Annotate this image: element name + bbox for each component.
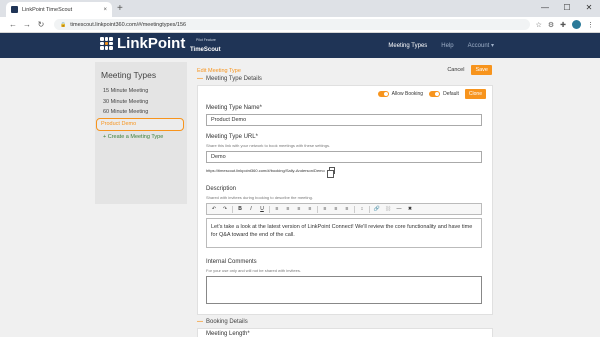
details-panel: Allow Booking Default Clone Meeting Type… xyxy=(197,85,493,315)
sidebar: Meeting Types 15 Minute Meeting 30 Minut… xyxy=(95,62,187,204)
tab-title: LinkPoint TimeScout xyxy=(22,6,73,13)
full-url-text: https://timescout.linkpoint360.com/#/boo… xyxy=(206,168,325,173)
description-label: Description xyxy=(206,186,237,192)
sidebar-item-15-min[interactable]: 15 Minute Meeting xyxy=(95,86,187,97)
details-section-title[interactable]: — Meeting Type Details xyxy=(197,76,262,82)
description-editor[interactable]: Let's take a look at the latest version … xyxy=(206,218,482,248)
lock-icon: 🔒 xyxy=(60,21,67,28)
copy-icon[interactable] xyxy=(326,167,335,178)
name-label: Meeting Type Name* xyxy=(206,105,262,111)
full-url-row: https://timescout.linkpoint360.com/#/boo… xyxy=(206,167,335,178)
unlink-icon[interactable]: ⛓ xyxy=(384,206,392,212)
extension-icon[interactable]: ⚙ xyxy=(548,21,554,29)
puzzle-icon[interactable]: ✚ xyxy=(560,21,566,29)
align-center-icon[interactable]: ≡ xyxy=(284,206,292,212)
main-content: Edit Meeting Type Cancel Save — Meeting … xyxy=(197,62,495,337)
browser-tools: ☆ ⚙ ✚ ⋮ xyxy=(536,20,594,29)
app-logo[interactable]: LinkPoint Pilot Feature TimeScout xyxy=(100,35,221,53)
indent-icon[interactable]: ≡ xyxy=(343,206,351,212)
logo-grid-icon xyxy=(100,37,113,50)
forward-icon[interactable]: → xyxy=(20,20,34,29)
booking-section-title[interactable]: — Booking Details xyxy=(197,319,248,325)
star-icon[interactable]: ☆ xyxy=(536,21,542,29)
favicon-icon xyxy=(11,6,18,13)
meeting-length-label: Meeting Length* xyxy=(206,331,250,337)
minimize-button[interactable]: — xyxy=(534,0,556,17)
profile-avatar[interactable] xyxy=(572,20,581,29)
meeting-name-input[interactable]: Product Demo xyxy=(206,114,482,126)
numbered-list-icon[interactable]: ≡ xyxy=(332,206,340,212)
menu-icon[interactable]: ⋮ xyxy=(587,21,594,29)
top-nav: Meeting Types Help Account ▾ xyxy=(388,33,494,58)
allow-booking-label: Allow Booking xyxy=(391,91,424,97)
sidebar-item-product-demo[interactable]: Product Demo xyxy=(96,117,184,131)
reload-icon[interactable]: ↻ xyxy=(34,20,48,29)
address-bar: ← → ↻ 🔒 timescout.linkpoint360.com/#/mee… xyxy=(0,17,600,33)
cancel-button[interactable]: Cancel xyxy=(444,65,467,75)
pilot-feature-label: Pilot Feature xyxy=(196,38,216,42)
link-icon[interactable]: 🔗 xyxy=(373,206,381,212)
browser-tab[interactable]: LinkPoint TimeScout × xyxy=(6,2,112,17)
line-height-icon[interactable]: ↕ xyxy=(358,206,366,212)
undo-icon[interactable]: ↶ xyxy=(210,206,218,212)
booking-toggles: Allow Booking Default Clone xyxy=(377,89,486,99)
save-button[interactable]: Save xyxy=(471,65,492,75)
close-window-button[interactable]: ✕ xyxy=(578,0,600,17)
nav-meeting-types[interactable]: Meeting Types xyxy=(388,43,427,49)
url-text: timescout.linkpoint360.com/#/meetingtype… xyxy=(70,21,187,28)
comments-label: Internal Comments xyxy=(206,259,257,265)
brand-name: LinkPoint xyxy=(117,35,186,52)
breadcrumb: Edit Meeting Type xyxy=(197,68,241,74)
description-help: Shared with invitees during booking to d… xyxy=(206,195,313,200)
clone-button[interactable]: Clone xyxy=(464,89,486,99)
sidebar-item-30-min[interactable]: 30 Minute Meeting xyxy=(95,97,187,108)
window-controls: — ☐ ✕ xyxy=(534,0,600,17)
form-actions: Cancel Save xyxy=(444,65,492,75)
sidebar-title: Meeting Types xyxy=(101,70,157,80)
bold-button[interactable]: B xyxy=(236,206,244,212)
clear-format-icon[interactable]: ✖ xyxy=(406,206,414,212)
horizontal-rule-icon[interactable]: — xyxy=(395,206,403,212)
align-left-icon[interactable]: ≡ xyxy=(273,206,281,212)
back-icon[interactable]: ← xyxy=(6,20,20,29)
align-justify-icon[interactable]: ≡ xyxy=(306,206,314,212)
comments-textarea[interactable] xyxy=(206,276,482,304)
url-field[interactable]: 🔒 timescout.linkpoint360.com/#/meetingty… xyxy=(54,19,530,30)
collapse-icon: — xyxy=(197,319,203,325)
editor-toolbar: ↶ ↷ B I U ≡ ≡ ≡ ≡ ≡ ≡ ≡ ↕ 🔗 ⛓ — ✖ xyxy=(206,203,482,215)
url-label: Meeting Type URL* xyxy=(206,134,258,140)
page-body: Meeting Types 15 Minute Meeting 30 Minut… xyxy=(0,58,600,337)
tab-close-icon[interactable]: × xyxy=(103,7,107,13)
create-meeting-type-link[interactable]: + Create a Meeting Type xyxy=(95,131,187,143)
default-label: Default xyxy=(443,91,459,97)
allow-booking-toggle[interactable] xyxy=(377,91,389,97)
italic-button[interactable]: I xyxy=(247,206,255,212)
new-tab-button[interactable]: + xyxy=(117,3,123,14)
nav-account[interactable]: Account ▾ xyxy=(468,42,494,49)
redo-icon[interactable]: ↷ xyxy=(221,206,229,212)
browser-tab-bar: LinkPoint TimeScout × + — ☐ ✕ xyxy=(0,0,600,17)
meeting-url-input[interactable]: Demo xyxy=(206,151,482,163)
sidebar-item-60-min[interactable]: 60 Minute Meeting xyxy=(95,107,187,118)
bullet-list-icon[interactable]: ≡ xyxy=(321,206,329,212)
comments-help: For your use only and will not be shared… xyxy=(206,268,301,273)
collapse-icon: — xyxy=(197,76,203,82)
default-toggle[interactable] xyxy=(429,91,441,97)
url-help: Share this link with your network to boo… xyxy=(206,143,331,148)
sub-brand: TimeScout xyxy=(190,47,221,53)
nav-help[interactable]: Help xyxy=(441,43,453,49)
maximize-button[interactable]: ☐ xyxy=(556,0,578,17)
booking-panel: Meeting Length* xyxy=(197,328,493,337)
align-right-icon[interactable]: ≡ xyxy=(295,206,303,212)
app-header: LinkPoint Pilot Feature TimeScout Meetin… xyxy=(0,33,600,58)
underline-button[interactable]: U xyxy=(258,206,266,212)
